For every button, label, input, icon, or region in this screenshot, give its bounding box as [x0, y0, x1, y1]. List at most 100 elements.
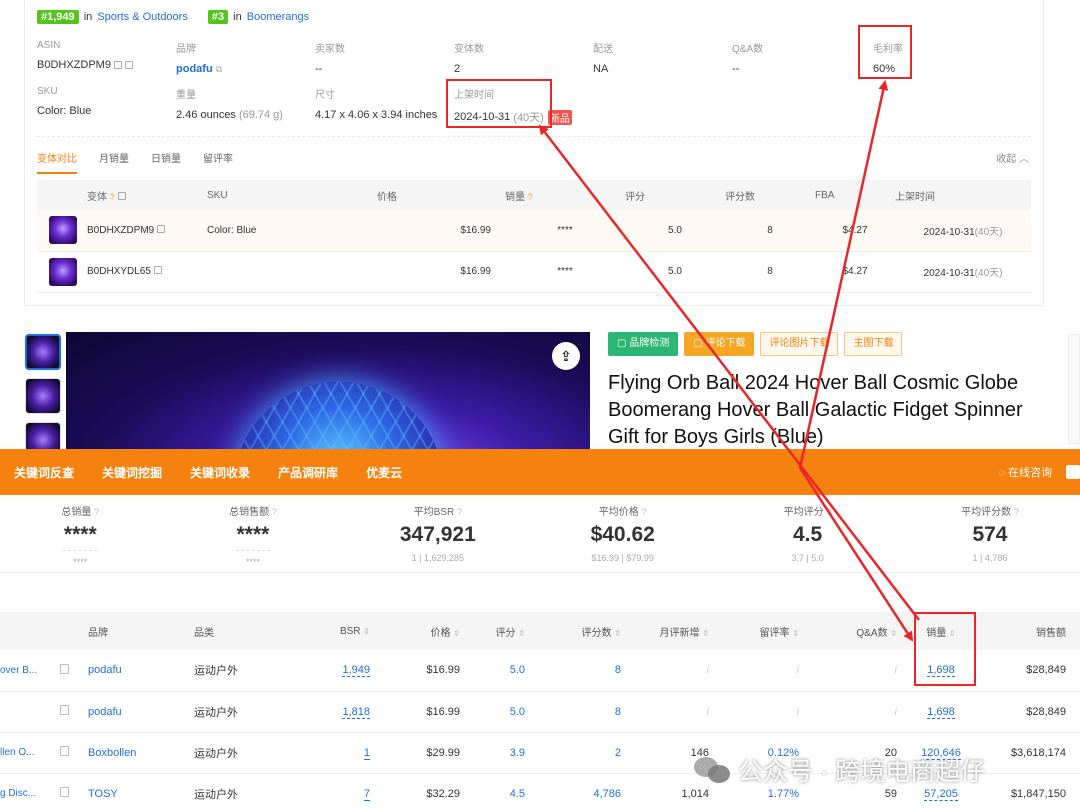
product-thumbnail[interactable]	[49, 216, 77, 245]
tab-variant-compare[interactable]: 变体对比	[37, 150, 77, 174]
document-icon[interactable]	[60, 746, 69, 756]
sort-icon: ⇕	[614, 628, 621, 638]
table-row[interactable]: B0DHXYDL65 $16.99 **** 5.0 8 $4.27 2024-…	[37, 251, 1031, 293]
chevron-up-icon: ︿	[1019, 154, 1029, 165]
header-qa[interactable]: Q&A数 ⇕	[813, 612, 911, 650]
side-panel-tab[interactable]	[1068, 334, 1080, 444]
chat-icon: ◌	[998, 467, 1005, 479]
tool-navbar: 关键词反查 关键词挖掘 关键词收录 产品调研库 优麦云 ◌ 在线咨询	[0, 449, 1080, 495]
copy-icon[interactable]	[113, 61, 122, 69]
info-sellers: 卖家数 --	[315, 44, 345, 75]
header-bsr[interactable]: BSR ⇕	[304, 612, 384, 650]
document-icon[interactable]	[60, 705, 69, 715]
table-row[interactable]: podafu 运动户外 1,818 $16.99 5.0 8 i i i 1,6…	[0, 691, 1080, 733]
launch-date-highlight-box	[446, 79, 552, 128]
rank-sports: #1,949 in Sports & Outdoors	[37, 10, 188, 24]
watermark: 公众号 · 跨境电商超仔	[694, 752, 985, 788]
table-row[interactable]: B0DHXZDPM9 Color: Blue $16.99 **** 5.0 8…	[37, 210, 1031, 252]
image-thumbnail[interactable]	[25, 334, 61, 370]
stat-avg-reviews: 平均评分数 ? 574 1 | 4,786	[961, 507, 1019, 563]
info-size: 尺寸 4.17 x 4.06 x 3.94 inches	[315, 90, 438, 121]
header-revenue: 销售额	[971, 612, 1080, 650]
brand-check-button[interactable]: ▢ 品牌检测	[608, 332, 679, 356]
copy-icon[interactable]	[157, 224, 166, 233]
header-review-rate[interactable]: 留评率 ⇕	[723, 612, 813, 650]
header-brand: 品牌	[88, 612, 194, 650]
header-reviews: 评分数	[725, 180, 815, 210]
divider	[37, 136, 1031, 137]
variant-table: 变体 ? SKU 价格 销量 ? 评分 评分数 FBA 上架时间 B0DHXZD…	[37, 180, 1031, 293]
copy-icon[interactable]	[153, 266, 162, 274]
rank-category-link[interactable]: Boomerangs	[247, 11, 309, 23]
product-title: Flying Orb Ball 2024 Hover Ball Cosmic G…	[608, 372, 1023, 448]
margin-highlight-box	[858, 25, 912, 79]
info-brand: 品牌 podafu ⧉	[176, 44, 223, 75]
header-fba: FBA	[815, 180, 895, 210]
header-sku: SKU	[207, 180, 377, 210]
nav-keyword-index[interactable]: 关键词收录	[190, 464, 250, 481]
product-main-image[interactable]: ⇪	[66, 332, 590, 450]
tab-monthly-sales[interactable]: 月销量	[99, 150, 129, 174]
external-link-icon[interactable]: ⧉	[216, 64, 222, 75]
tab-daily-sales[interactable]: 日销量	[151, 150, 181, 174]
header-rating: 评分	[625, 180, 725, 210]
stat-total-sales: 总销量 ? **** ****	[61, 507, 100, 567]
share-icon[interactable]: ⇪	[552, 342, 580, 370]
nav-youmaiyun[interactable]: 优麦云	[366, 464, 402, 481]
info-sku: SKU Color: Blue	[37, 86, 92, 117]
stat-total-revenue: 总销售额 ? **** ****	[229, 507, 277, 567]
nav-product-research[interactable]: 产品调研库	[278, 464, 338, 481]
rank-boomerangs: #3 in Boomerangs	[207, 10, 309, 24]
rank-category-link[interactable]: Sports & Outdoors	[97, 11, 188, 23]
copy-icon[interactable]	[124, 61, 133, 69]
review-image-download-button[interactable]: 评论图片下载	[760, 332, 839, 356]
review-download-button[interactable]: ▢ 评论下载	[684, 332, 755, 356]
main-image-download-button[interactable]: 主图下载	[844, 332, 903, 356]
sort-icon: ⇕	[792, 628, 799, 638]
info-qa: Q&A数 --	[732, 44, 764, 75]
stat-avg-price: 平均价格 ? $40.62 $16.99 | $79.99	[590, 507, 655, 563]
tab-review-rate[interactable]: 留评率	[203, 150, 233, 174]
sort-icon: ⇕	[518, 628, 525, 638]
rank-badge: #1,949	[37, 10, 79, 24]
info-shipping: 配送 NA	[593, 44, 613, 75]
header-category: 品类	[194, 612, 304, 650]
sort-icon: ⇕	[702, 628, 709, 638]
sort-icon: ⇕	[453, 628, 460, 638]
header-rating[interactable]: 评分 ⇕	[474, 612, 539, 650]
nav-keyword-mining[interactable]: 关键词挖掘	[102, 464, 162, 481]
document-icon[interactable]	[60, 663, 69, 674]
stats-bar: 总销量 ? **** **** 总销售额 ? **** **** 平均BSR ?…	[0, 495, 1080, 573]
sort-icon: ⇕	[363, 626, 370, 636]
orb-image	[234, 382, 444, 450]
header-price[interactable]: 价格 ⇕	[384, 612, 474, 650]
header-price: 价格	[377, 180, 505, 210]
brand-link[interactable]: podafu	[176, 63, 213, 75]
header-monthly-new[interactable]: 月评新增 ⇕	[635, 612, 723, 650]
stat-avg-rating: 平均评分 ? 4.5 3.7 | 5.0	[783, 507, 832, 563]
image-thumbnail[interactable]	[25, 378, 61, 414]
help-icon: ?	[109, 191, 115, 202]
flag-icon[interactable]	[1066, 465, 1080, 479]
chart-tabs: 变体对比 月销量 日销量 留评率	[37, 150, 233, 174]
help-icon: ?	[527, 191, 533, 202]
online-consult-link[interactable]: ◌ 在线咨询	[998, 464, 1052, 480]
document-icon[interactable]	[60, 787, 69, 797]
header-variant: 变体 ?	[87, 180, 207, 210]
image-thumbnails	[25, 334, 63, 466]
rank-badge: #3	[207, 10, 229, 24]
header-reviews[interactable]: 评分数 ⇕	[539, 612, 635, 650]
sort-icon: ⇕	[890, 628, 897, 638]
nav-keyword-reverse[interactable]: 关键词反查	[14, 464, 74, 481]
info-weight: 重量 2.46 ounces (69.74 g)	[176, 90, 283, 121]
stat-avg-bsr: 平均BSR ? 347,921 1 | 1,629,285	[399, 507, 476, 563]
header-launch: 上架时间	[895, 180, 1031, 210]
product-thumbnail[interactable]	[49, 257, 77, 286]
info-asin: ASIN B0DHXZDPM9	[37, 40, 176, 86]
copy-icon[interactable]	[117, 191, 126, 200]
tool-buttons: ▢ 品牌检测 ▢ 评论下载 评论图片下载 主图下载	[608, 332, 903, 356]
rank-line: #1,949 in Sports & Outdoors #3 in Boomer…	[37, 10, 309, 24]
collapse-button[interactable]: 收起 ︿	[996, 150, 1029, 165]
wechat-icon	[694, 755, 732, 785]
sales-highlight-box	[914, 612, 976, 686]
